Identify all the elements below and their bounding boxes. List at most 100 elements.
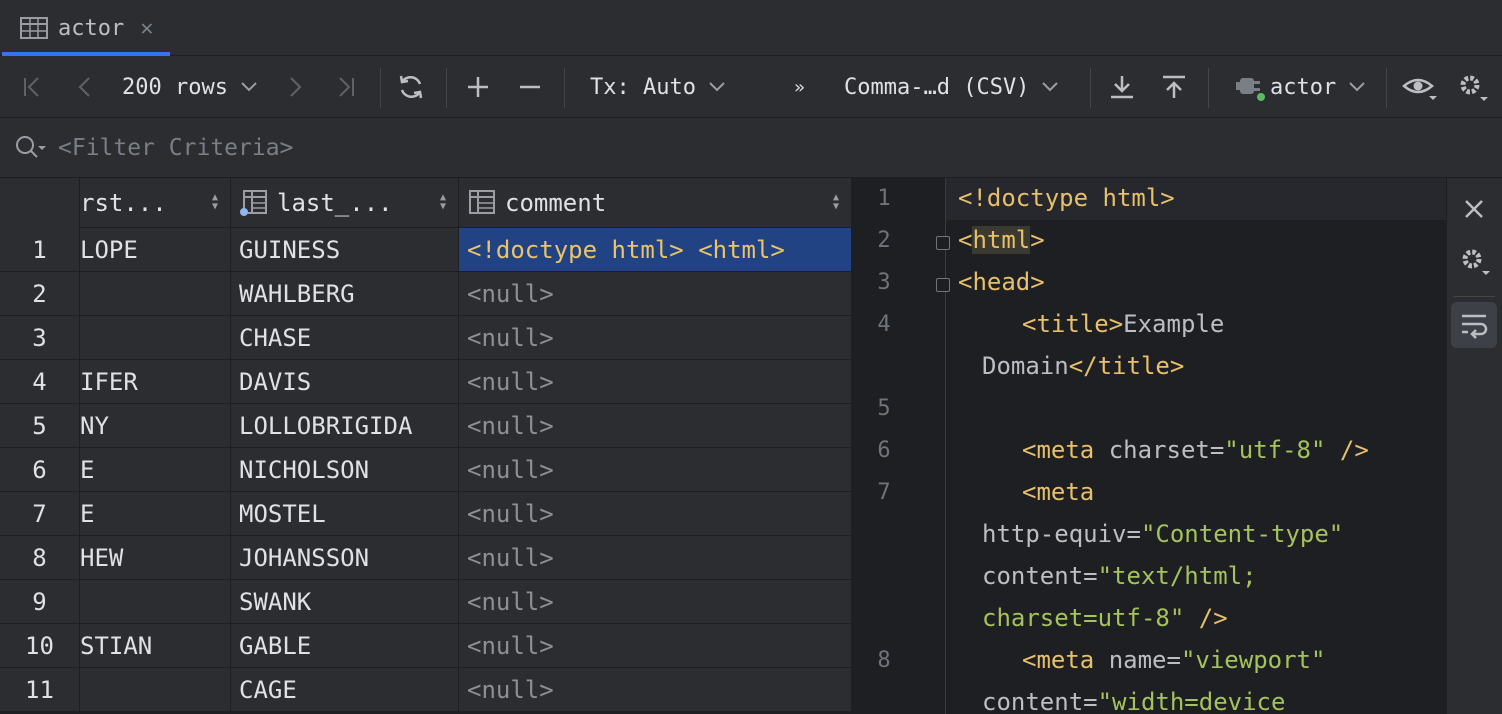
- search-icon[interactable]: [14, 134, 48, 162]
- datasource-dropdown[interactable]: actor: [1234, 56, 1366, 118]
- code-line[interactable]: Domain</title>: [982, 352, 1184, 380]
- cell-last-name[interactable]: DAVIS: [231, 360, 459, 404]
- code-line[interactable]: content="text/html;: [982, 562, 1257, 590]
- row-number[interactable]: 8: [0, 536, 80, 580]
- view-options-icon[interactable]: [1402, 56, 1438, 118]
- reload-icon[interactable]: [396, 56, 426, 118]
- cell-comment[interactable]: <null>: [459, 316, 852, 360]
- cell-first-name[interactable]: [80, 668, 231, 712]
- import-upload-icon[interactable]: [1160, 56, 1188, 118]
- soft-wrap-icon[interactable]: [1451, 302, 1497, 348]
- transaction-mode-dropdown[interactable]: Tx: Auto: [590, 56, 726, 118]
- code-line[interactable]: <html>: [958, 226, 1045, 254]
- code-line[interactable]: <!doctype html>: [958, 184, 1175, 212]
- cell-first-name[interactable]: E: [80, 448, 231, 492]
- cell-last-name[interactable]: CAGE: [231, 668, 459, 712]
- cell-first-name[interactable]: STIAN: [80, 624, 231, 668]
- table-row[interactable]: 5 NY LOLLOBRIGIDA <null>: [0, 404, 852, 448]
- row-number[interactable]: 1: [0, 228, 80, 272]
- chevron-down-icon: [1349, 82, 1365, 92]
- table-row[interactable]: 4 IFER DAVIS <null>: [0, 360, 852, 404]
- code-line[interactable]: http-equiv="Content-type": [982, 520, 1343, 548]
- cell-last-name[interactable]: JOHANSSON: [231, 536, 459, 580]
- cell-comment[interactable]: <null>: [459, 580, 852, 624]
- cell-last-name[interactable]: NICHOLSON: [231, 448, 459, 492]
- cell-comment[interactable]: <null>: [459, 448, 852, 492]
- code-line[interactable]: <meta name="viewport": [1022, 646, 1325, 674]
- delete-row-icon[interactable]: [516, 56, 544, 118]
- first-page-icon[interactable]: [20, 56, 46, 118]
- row-number[interactable]: 5: [0, 404, 80, 448]
- table-row[interactable]: 1 LOPE GUINESS <!doctype html> <html>: [0, 228, 852, 272]
- table-row[interactable]: 11 CAGE <null>: [0, 668, 852, 712]
- cell-first-name[interactable]: LOPE: [80, 228, 231, 272]
- table-row[interactable]: 7 E MOSTEL <null>: [0, 492, 852, 536]
- cell-comment[interactable]: <null>: [459, 492, 852, 536]
- cell-comment[interactable]: <null>: [459, 404, 852, 448]
- cell-last-name[interactable]: CHASE: [231, 316, 459, 360]
- filter-criteria-input[interactable]: [58, 134, 858, 161]
- settings-gear-icon[interactable]: [1451, 238, 1497, 284]
- close-icon[interactable]: [1451, 186, 1497, 232]
- table-row[interactable]: 10 STIAN GABLE <null>: [0, 624, 852, 668]
- code-line[interactable]: <head>: [958, 268, 1045, 296]
- row-number[interactable]: 10: [0, 624, 80, 668]
- more-actions-icon[interactable]: »: [794, 56, 805, 118]
- cell-last-name[interactable]: WAHLBERG: [231, 272, 459, 316]
- cell-first-name[interactable]: [80, 272, 231, 316]
- settings-gear-icon[interactable]: [1456, 56, 1488, 118]
- row-number[interactable]: 4: [0, 360, 80, 404]
- cell-first-name[interactable]: HEW: [80, 536, 231, 580]
- table-row[interactable]: 2 WAHLBERG <null>: [0, 272, 852, 316]
- row-number[interactable]: 7: [0, 492, 80, 536]
- export-format-dropdown[interactable]: Comma-…d (CSV): [844, 56, 1059, 118]
- row-number[interactable]: 2: [0, 272, 80, 316]
- column-header-comment[interactable]: comment ▲ ▼: [459, 178, 852, 228]
- sort-icon[interactable]: ▲ ▼: [833, 193, 839, 212]
- row-number[interactable]: 6: [0, 448, 80, 492]
- fold-marker-icon[interactable]: [936, 278, 950, 292]
- cell-comment[interactable]: <null>: [459, 624, 852, 668]
- last-page-icon[interactable]: [332, 56, 358, 118]
- cell-last-name[interactable]: GABLE: [231, 624, 459, 668]
- sort-icon[interactable]: ▲ ▼: [212, 193, 218, 212]
- table-row[interactable]: 9 SWANK <null>: [0, 580, 852, 624]
- code-line[interactable]: <title>Example: [1022, 310, 1224, 338]
- cell-first-name[interactable]: [80, 580, 231, 624]
- tab-close-icon[interactable]: ✕: [140, 16, 153, 41]
- cell-last-name[interactable]: SWANK: [231, 580, 459, 624]
- table-row[interactable]: 6 E NICHOLSON <null>: [0, 448, 852, 492]
- previous-page-icon[interactable]: [72, 56, 98, 118]
- code-line[interactable]: content="width=device: [982, 688, 1285, 714]
- next-page-icon[interactable]: [282, 56, 308, 118]
- code-line[interactable]: <meta: [1022, 478, 1094, 506]
- code-line[interactable]: <meta charset="utf-8" />: [1022, 436, 1369, 464]
- column-header-first-name[interactable]: rst... ▲ ▼: [80, 178, 231, 228]
- column-header-last-name[interactable]: last_... ▲ ▼: [231, 178, 459, 228]
- sort-icon[interactable]: ▲ ▼: [440, 193, 446, 212]
- row-number[interactable]: 3: [0, 316, 80, 360]
- cell-comment[interactable]: <null>: [459, 360, 852, 404]
- cell-comment[interactable]: <null>: [459, 272, 852, 316]
- row-number[interactable]: 11: [0, 668, 80, 712]
- cell-comment-selected[interactable]: <!doctype html> <html>: [459, 228, 852, 272]
- cell-first-name[interactable]: E: [80, 492, 231, 536]
- table-row[interactable]: 3 CHASE <null>: [0, 316, 852, 360]
- fold-marker-icon[interactable]: [936, 236, 950, 250]
- cell-first-name[interactable]: IFER: [80, 360, 231, 404]
- export-download-icon[interactable]: [1108, 56, 1136, 118]
- cell-last-name[interactable]: GUINESS: [231, 228, 459, 272]
- cell-last-name[interactable]: LOLLOBRIGIDA: [231, 404, 459, 448]
- cell-last-name[interactable]: MOSTEL: [231, 492, 459, 536]
- cell-comment[interactable]: <null>: [459, 536, 852, 580]
- page-size-dropdown[interactable]: 200 rows: [122, 56, 258, 118]
- add-row-icon[interactable]: [464, 56, 492, 118]
- code-line[interactable]: charset=utf-8" />: [982, 604, 1228, 632]
- cell-first-name[interactable]: NY: [80, 404, 231, 448]
- table-row[interactable]: 8 HEW JOHANSSON <null>: [0, 536, 852, 580]
- column-icon: [469, 190, 495, 214]
- cell-comment[interactable]: <null>: [459, 668, 852, 712]
- tab-actor[interactable]: actor ✕: [0, 0, 170, 56]
- row-number[interactable]: 9: [0, 580, 80, 624]
- cell-first-name[interactable]: [80, 316, 231, 360]
